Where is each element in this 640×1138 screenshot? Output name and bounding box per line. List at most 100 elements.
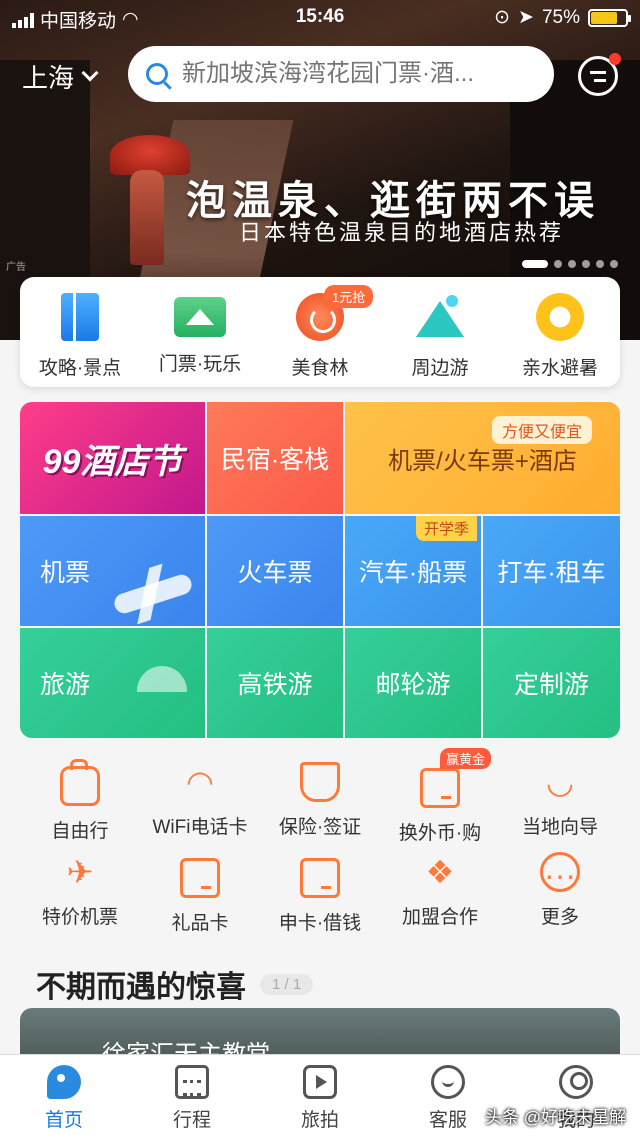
service-badge: 赢黄金 — [440, 748, 492, 769]
guide-book-icon — [61, 293, 99, 341]
service-label: WiFi电话卡 — [152, 817, 248, 838]
banner-umbrella — [110, 135, 190, 175]
tile-ticket-hotel-combo[interactable]: 方便又便宜 机票/火车票+酒店 — [345, 402, 620, 514]
tab-home[interactable]: 首页 — [0, 1055, 128, 1138]
tile-label: 定制游 — [513, 671, 589, 699]
category-guide[interactable]: 攻略·景点 — [20, 277, 140, 387]
category-water[interactable]: 亲水避暑 — [500, 277, 620, 387]
carousel-dot[interactable] — [610, 260, 618, 268]
tile-flight[interactable]: 机票 — [20, 516, 205, 626]
tab-itinerary[interactable]: 行程 — [128, 1055, 256, 1138]
category-food[interactable]: 1元抢 美食林 — [260, 277, 380, 387]
plane-icon: ✈ — [66, 854, 94, 890]
tile-label: 汽车·船票 — [358, 559, 468, 587]
city-selector[interactable]: 上海 — [22, 58, 99, 95]
tile-label: 旅游 — [40, 671, 91, 699]
service-currency[interactable]: 赢黄金 换外币·购 — [380, 748, 500, 845]
category-badge: 1元抢 — [324, 285, 374, 308]
service-more[interactable]: ··· 更多 — [500, 852, 620, 935]
section-header: 不期而遇的惊喜 1 / 1 — [36, 962, 314, 1006]
tab-label: 客服 — [428, 1110, 467, 1131]
carousel-dot[interactable] — [596, 260, 604, 268]
credit-card-icon — [300, 858, 340, 898]
services-row-2: ✈ 特价机票 礼品卡 申卡·借钱 ❖ 加盟合作 ··· 更多 — [20, 852, 620, 935]
search-icon — [146, 63, 168, 85]
home-dolphin-icon — [47, 1065, 81, 1099]
city-name: 上海 — [22, 63, 75, 93]
service-franchise[interactable]: ❖ 加盟合作 — [380, 852, 500, 935]
tile-label: 火车票 — [237, 559, 313, 587]
tile-train[interactable]: 火车票 — [207, 516, 343, 626]
service-credit-loan[interactable]: 申卡·借钱 — [260, 852, 380, 935]
more-icon: ··· — [540, 852, 580, 893]
headset-icon — [431, 1065, 465, 1099]
battery-percent: 75% — [541, 6, 580, 28]
battery-icon — [588, 8, 631, 27]
tile-travel[interactable]: 旅游 — [20, 628, 205, 738]
currency-icon — [420, 768, 460, 808]
ticket-icon — [174, 297, 226, 337]
tile-taxi-rental[interactable]: 打车·租车 — [483, 516, 620, 626]
category-label: 门票·玩乐 — [158, 354, 242, 375]
services-row-1: 自由行 ◠ WiFi电话卡 保险·签证 赢黄金 换外币·购 ◡ 当地向导 — [20, 748, 620, 845]
category-label: 周边游 — [411, 358, 469, 379]
tile-cruise[interactable]: 邮轮游 — [345, 628, 481, 738]
tile-label: 高铁游 — [237, 671, 313, 699]
lips-icon: ◡ — [546, 764, 574, 800]
service-label: 换外币·购 — [398, 823, 482, 844]
service-label: 加盟合作 — [401, 907, 478, 928]
service-label: 保险·签证 — [278, 817, 362, 838]
carousel-dot[interactable] — [554, 260, 562, 268]
search-bar[interactable] — [128, 46, 554, 102]
tile-homestay[interactable]: 民宿·客栈 — [207, 402, 343, 514]
banner-subtitle: 日本特色温泉目的地酒店热荐 — [238, 221, 564, 246]
tile-custom-tour[interactable]: 定制游 — [483, 628, 620, 738]
status-right: ⊙ ➤ 75% — [494, 6, 631, 29]
banner-figure — [130, 170, 164, 265]
message-button[interactable] — [578, 53, 621, 96]
battery-fill — [591, 11, 617, 24]
service-gift-card[interactable]: 礼品卡 — [140, 852, 260, 935]
chevron-down-icon — [81, 64, 99, 81]
service-free-travel[interactable]: 自由行 — [20, 759, 140, 845]
service-insurance-visa[interactable]: 保险·签证 — [260, 762, 380, 845]
service-local-guide[interactable]: ◡ 当地向导 — [500, 762, 620, 845]
carousel-dots[interactable] — [522, 260, 618, 268]
carousel-dot[interactable] — [582, 260, 590, 268]
tile-tag: 开学季 — [415, 516, 477, 541]
user-icon — [559, 1065, 593, 1099]
tile-high-speed-rail[interactable]: 高铁游 — [207, 628, 343, 738]
tile-tag: 方便又便宜 — [491, 416, 592, 444]
ad-tag: 广告 — [6, 262, 26, 273]
airplane-icon — [111, 572, 195, 616]
top-bar: 上海 — [0, 44, 640, 104]
carousel-dot-active[interactable] — [522, 260, 548, 268]
notification-dot — [609, 53, 621, 65]
category-label: 亲水避暑 — [521, 358, 598, 379]
video-icon — [303, 1065, 337, 1099]
category-label: 攻略·景点 — [38, 358, 122, 379]
service-grid: 99酒店节 民宿·客栈 方便又便宜 机票/火车票+酒店 机票 火车票 开学季 汽… — [20, 402, 620, 738]
service-label: 礼品卡 — [171, 913, 229, 934]
wifi-icon: ◠ — [186, 764, 214, 800]
tile-label: 邮轮游 — [375, 671, 451, 699]
tab-label: 行程 — [172, 1110, 211, 1131]
calendar-icon — [175, 1065, 209, 1099]
service-label: 当地向导 — [521, 817, 598, 838]
beach-umbrella-icon — [137, 666, 187, 692]
search-input[interactable] — [182, 60, 522, 88]
tile-hotel-festival[interactable]: 99酒店节 — [20, 402, 205, 514]
tile-label: 民宿·客栈 — [220, 446, 330, 474]
service-cheap-flights[interactable]: ✈ 特价机票 — [20, 852, 140, 935]
carousel-dot[interactable] — [568, 260, 576, 268]
service-label: 特价机票 — [41, 907, 118, 928]
category-nearby[interactable]: 周边游 — [380, 277, 500, 387]
section-pager: 1 / 1 — [260, 973, 314, 995]
category-tickets[interactable]: 门票·玩乐 — [140, 277, 260, 387]
tile-bus-ship[interactable]: 开学季 汽车·船票 — [345, 516, 481, 626]
tab-travel-video[interactable]: 旅拍 — [256, 1055, 384, 1138]
shield-icon — [300, 762, 340, 802]
service-wifi-sim[interactable]: ◠ WiFi电话卡 — [140, 762, 260, 845]
hotel-festival-label: 99酒店节 — [42, 442, 183, 481]
service-label: 自由行 — [51, 821, 109, 842]
